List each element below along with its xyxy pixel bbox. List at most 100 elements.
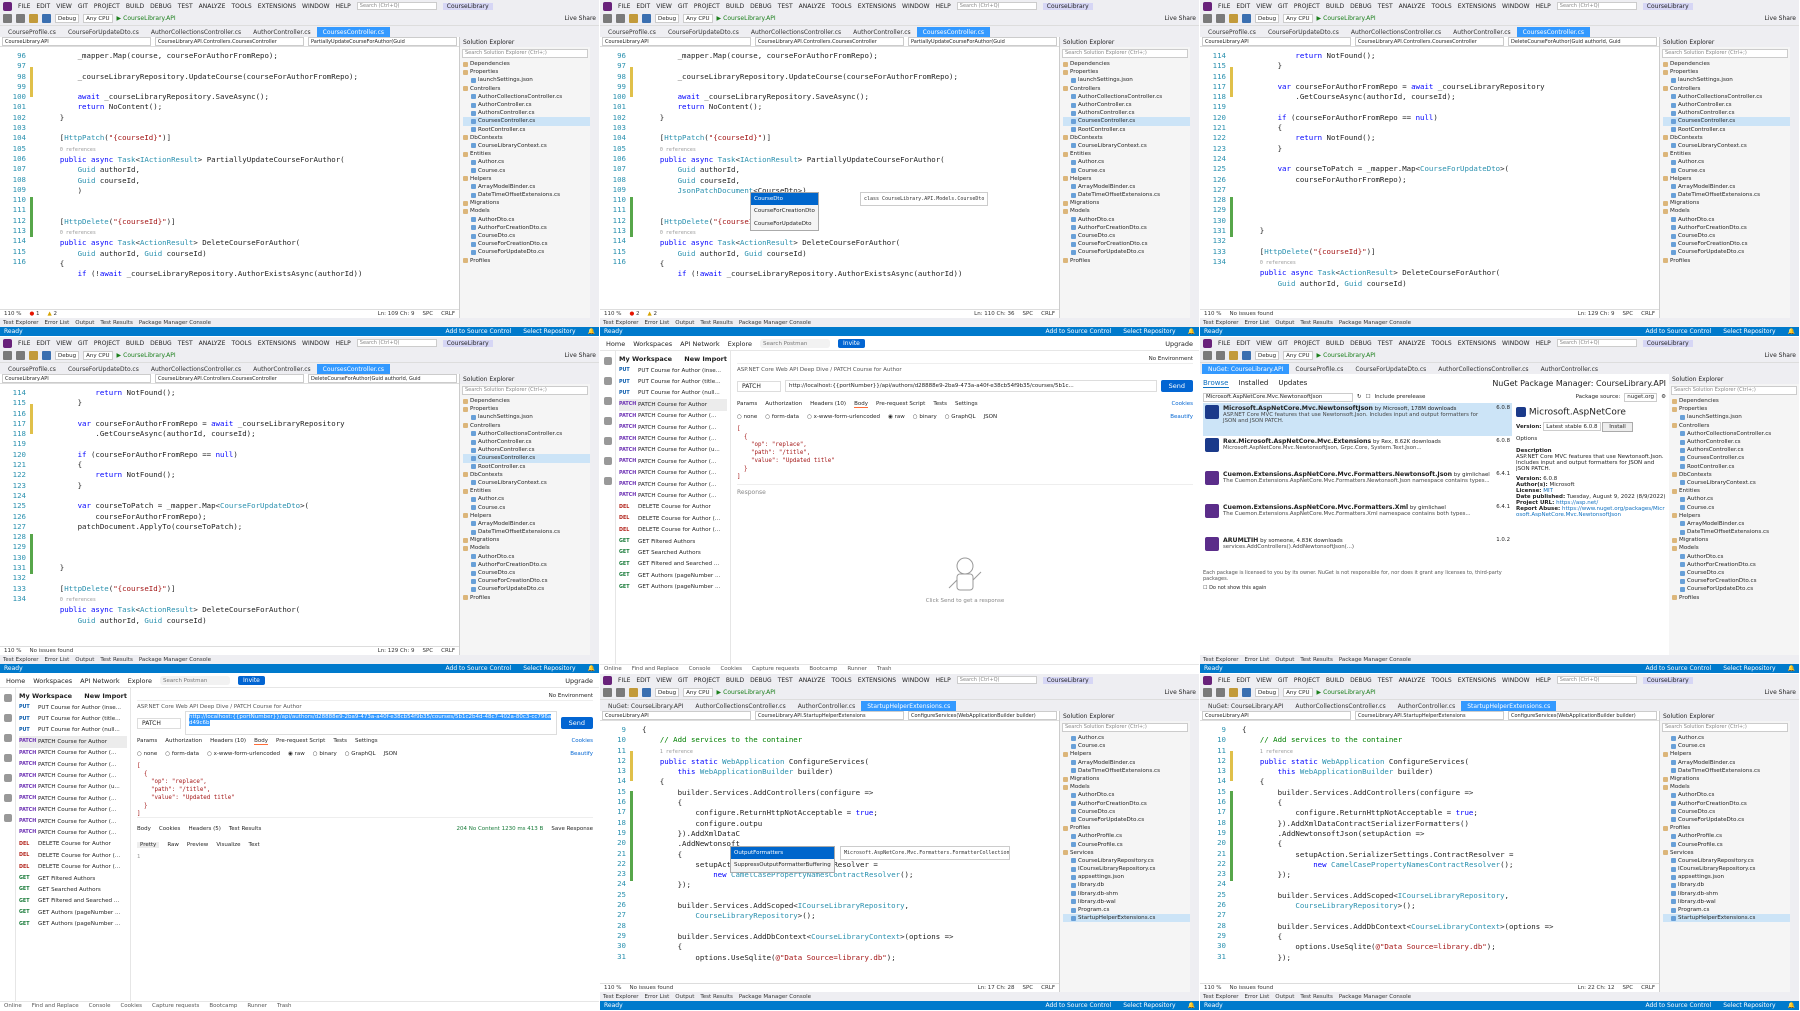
tree-node[interactable]: Migrations [1663,199,1790,207]
select-repository[interactable]: Select Repository [1123,1002,1175,1009]
body-mode-option[interactable]: ○ none [137,751,157,757]
tree-node[interactable]: CourseLibraryContext.cs [1672,479,1799,487]
tree-node[interactable]: Migrations [463,199,590,207]
postman-search[interactable]: Search Postman [760,339,831,348]
request-item[interactable]: PATCH PATCH Course for Author (... [619,433,727,444]
tree-node[interactable]: CourseDto.cs [1663,808,1790,816]
flows-icon[interactable] [3,794,12,802]
config-select[interactable]: Debug [55,14,80,23]
tree-node[interactable]: CourseDto.cs [1063,808,1190,816]
request-item[interactable]: DEL DELETE Course for Author (... [19,861,127,872]
solution-search-input[interactable]: Search Solution Explorer (Ctrl+;) [462,49,588,58]
method-select[interactable]: PATCH [737,380,781,392]
package-item[interactable]: Rex.Microsoft.AspNetCore.Mvc.Extensions … [1203,436,1512,469]
apis-icon[interactable] [3,714,12,722]
tree-node[interactable]: AuthorProfile.cs [1063,832,1190,840]
menu-item[interactable]: ANALYZE [1399,677,1426,684]
live-share-button[interactable]: Live Share [1165,689,1196,696]
document-tab[interactable]: AuthorController.cs [247,364,317,374]
tree-node[interactable]: RootController.cs [1663,126,1790,134]
tree-node[interactable]: Profiles [463,257,590,265]
menu-item[interactable]: DEBUG [150,3,172,10]
zoom-level[interactable]: 110 % [4,311,21,317]
menu-item[interactable]: TEST [178,340,193,347]
apis-icon[interactable] [603,377,612,385]
document-tab[interactable]: CourseProfile.cs [1289,364,1349,374]
solution-search-input[interactable]: Search Solution Explorer (Ctrl+;) [1062,49,1188,58]
document-tab[interactable]: AuthorCollectionsController.cs [745,27,847,37]
tree-node[interactable]: AuthorDto.cs [463,553,590,561]
nuget-search-input[interactable]: Microsoft.AspNetCore.Mvc.NewtonsoftJson [1203,392,1353,402]
request-tab[interactable]: Headers (10) [210,738,246,744]
menu-item[interactable]: DEBUG [150,340,172,347]
new-button[interactable]: New [684,355,700,363]
tree-node[interactable]: Controllers [1672,422,1799,430]
menu-item[interactable]: EXTENSIONS [858,677,896,684]
package-item[interactable]: Microsoft.AspNetCore.Mvc.NewtonsoftJson … [1203,403,1512,436]
install-button[interactable]: Install [1602,421,1633,432]
tool-tab[interactable]: Output [75,657,94,663]
live-share-button[interactable]: Live Share [1165,15,1196,22]
menu-item[interactable]: FILE [1218,677,1230,684]
footer-item[interactable]: Console [89,1003,111,1009]
menu-item[interactable]: HELP [336,3,351,10]
footer-item[interactable]: Cookies [720,666,742,672]
menu-item[interactable]: TEST [1378,677,1393,684]
menu-item[interactable]: PROJECT [94,340,120,347]
request-item[interactable]: PATCH PATCH Course for Author (... [619,490,727,501]
bell-icon[interactable]: 🔔 [1788,1002,1795,1009]
response-view-option[interactable]: Pretty [137,842,160,848]
document-tab[interactable]: AuthorCollectionsController.cs [689,701,791,711]
menu-item[interactable]: TOOLS [231,340,251,347]
request-item[interactable]: PATCH PATCH Course for Author (... [19,805,127,816]
gear-icon[interactable]: ⚙ [1661,394,1666,400]
tree-node[interactable]: CourseLibraryContext.cs [463,142,590,150]
forward-icon[interactable] [616,14,625,23]
tree-node[interactable]: Properties [463,68,590,76]
tree-node[interactable]: AuthorDto.cs [1063,791,1190,799]
solution-search-input[interactable]: Search Solution Explorer (Ctrl+;) [1062,723,1188,732]
class-select[interactable]: CourseLibrary.API.StartupHelperExtension… [755,711,904,720]
tool-tab[interactable]: Test Results [100,657,132,663]
project-select[interactable]: CourseLibrary.API [1202,37,1351,46]
request-item[interactable]: GET GET Filtered Authors [619,536,727,547]
tree-node[interactable]: Entities [463,487,590,495]
request-item[interactable]: PUT PUT Course for Author (null... [19,725,127,736]
run-button[interactable]: CourseLibrary.API [117,15,175,22]
tree-node[interactable]: AuthorCollectionsController.cs [1672,430,1799,438]
completion-item[interactable]: CourseDto [751,193,818,206]
back-icon[interactable] [3,351,12,360]
footer-item[interactable]: Runner [247,1003,267,1009]
tree-node[interactable]: Helpers [463,512,590,520]
forward-icon[interactable] [616,688,625,697]
menu-item[interactable]: GIT [78,3,88,10]
menu-item[interactable]: HELP [936,3,951,10]
tree-node[interactable]: library.db-wal [1063,898,1190,906]
response-view-option[interactable]: Visualize [216,842,240,848]
request-item[interactable]: GET GET Filtered and Searched ... [19,896,127,907]
nuget-tab-browse[interactable]: Browse [1203,379,1229,388]
body-mode-option[interactable]: ○ binary [313,751,337,757]
tree-node[interactable]: ArrayModelBinder.cs [1663,759,1790,767]
tree-node[interactable]: RootController.cs [1672,463,1799,471]
tree-node[interactable]: Models [463,207,590,215]
menu-item[interactable]: ANALYZE [1399,340,1426,347]
tree-node[interactable]: AuthorsController.cs [463,446,590,454]
menu-item[interactable]: EDIT [1236,3,1250,10]
tree-node[interactable]: CourseLibraryContext.cs [1063,142,1190,150]
add-source-control[interactable]: Add to Source Control [446,665,512,672]
tree-node[interactable]: Controllers [1663,85,1790,93]
add-source-control[interactable]: Add to Source Control [1046,1002,1112,1009]
run-button[interactable]: CourseLibrary.API [1317,15,1375,22]
menu-item[interactable]: PROJECT [694,3,720,10]
tree-node[interactable]: CourseDto.cs [1663,232,1790,240]
save-response-button[interactable]: Save Response [551,826,593,832]
tree-node[interactable]: library.db [1663,881,1790,889]
tree-node[interactable]: Author.cs [1663,734,1790,742]
menu-item[interactable]: EDIT [636,3,650,10]
tree-node[interactable]: AuthorCollectionsController.cs [463,93,590,101]
upgrade-button[interactable]: Upgrade [565,677,593,685]
menu-item[interactable]: WINDOW [1502,677,1529,684]
menu-item[interactable]: BUILD [1326,3,1344,10]
member-select[interactable]: ConfigureServices(WebApplicationBuilder … [1508,711,1657,720]
